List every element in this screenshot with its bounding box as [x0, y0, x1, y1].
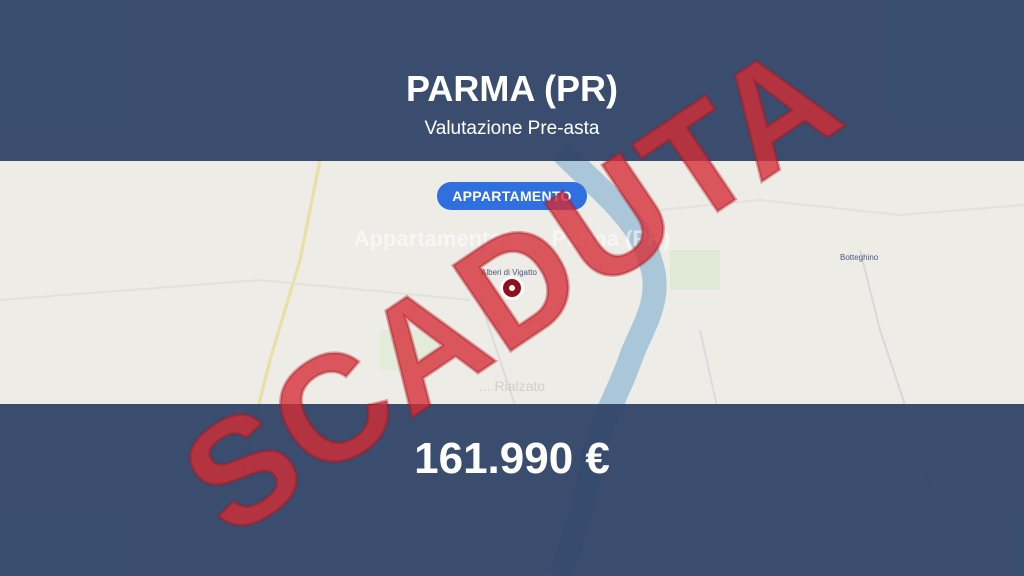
- property-type-badge: APPARTAMENTO: [437, 182, 587, 210]
- listing-title: Appartamento a ... Parma (PR): [353, 226, 671, 251]
- map-pin-icon[interactable]: [503, 279, 521, 297]
- page-subtitle: Valutazione Pre-asta: [424, 118, 600, 139]
- map-label-place-right: Botteghino: [840, 253, 879, 262]
- listing-detail: ... Rialzato: [478, 378, 546, 394]
- city-title: PARMA (PR): [406, 68, 618, 109]
- footer-band: [0, 404, 1024, 576]
- map-label-place: Alberi di Vigatto: [481, 268, 537, 277]
- price-value: 161.990 €: [414, 434, 610, 483]
